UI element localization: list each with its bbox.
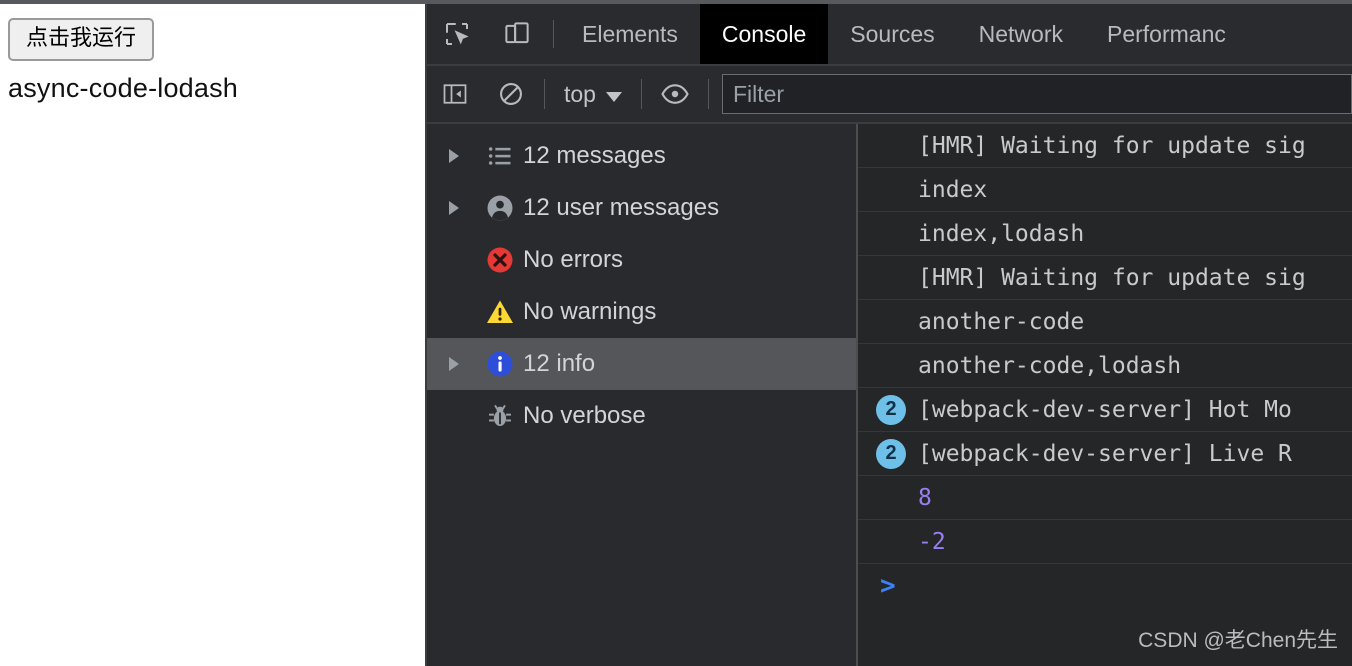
bug-icon xyxy=(477,402,523,430)
message-text: [webpack-dev-server] Hot Mo xyxy=(918,396,1292,423)
console-message-row[interactable]: index,lodash xyxy=(858,212,1352,256)
message-text: another-code xyxy=(918,308,1085,335)
expand-arrow-icon[interactable] xyxy=(449,149,477,163)
console-message-row[interactable]: another-code,lodash xyxy=(858,344,1352,388)
tab-console[interactable]: Console xyxy=(699,4,829,64)
console-sidebar: 12 messages 12 user messages No errors N… xyxy=(427,124,858,666)
console-message-row[interactable]: [HMR] Waiting for update sig xyxy=(858,256,1352,300)
execution-context-label: top xyxy=(564,80,596,107)
sidebar-item-label: 12 user messages xyxy=(523,194,720,221)
tab-performance[interactable]: Performanc xyxy=(1085,4,1248,64)
sidebar-item-errors[interactable]: No errors xyxy=(427,234,856,286)
tab-network[interactable]: Network xyxy=(957,4,1085,64)
sidebar-item-label: No errors xyxy=(523,246,624,273)
sidebar-item-label: 12 info xyxy=(523,350,596,377)
sidebar-item-verbose[interactable]: No verbose xyxy=(427,390,856,442)
device-toolbar-icon[interactable] xyxy=(487,4,547,64)
eye-icon[interactable] xyxy=(647,65,703,123)
console-message-row[interactable]: index xyxy=(858,168,1352,212)
inspect-element-icon[interactable] xyxy=(427,4,487,64)
console-message-row[interactable]: [HMR] Waiting for update sig xyxy=(858,124,1352,168)
console-result-row[interactable]: -2 xyxy=(858,520,1352,564)
show-console-sidebar-icon[interactable] xyxy=(427,65,483,123)
info-icon xyxy=(477,349,523,379)
message-text: [webpack-dev-server] Live R xyxy=(918,440,1292,467)
error-icon xyxy=(477,245,523,275)
sidebar-item-warnings[interactable]: No warnings xyxy=(427,286,856,338)
toolbar-divider xyxy=(707,79,709,109)
devtools-panel: Elements Console Sources Network Perform… xyxy=(425,4,1352,666)
expand-arrow-icon[interactable] xyxy=(449,201,477,215)
console-message-list[interactable]: [HMR] Waiting for update sig index index… xyxy=(858,124,1352,666)
result-value: -2 xyxy=(918,528,946,555)
console-result-row[interactable]: 8 xyxy=(858,476,1352,520)
console-message-row[interactable]: 2 [webpack-dev-server] Live R xyxy=(858,432,1352,476)
message-text: [HMR] Waiting for update sig xyxy=(918,264,1306,291)
repeat-count-badge: 2 xyxy=(876,394,906,425)
tab-elements[interactable]: Elements xyxy=(560,4,700,64)
tab-sources[interactable]: Sources xyxy=(828,4,956,64)
page-title: async-code-lodash xyxy=(8,73,239,104)
prompt-chevron-icon: > xyxy=(880,571,896,601)
warning-icon xyxy=(477,297,523,327)
clear-console-icon[interactable] xyxy=(483,65,539,123)
browser-window: 点击我运行 async-code-lodash Elements Console… xyxy=(0,0,1352,666)
execution-context-selector[interactable]: top xyxy=(550,81,636,108)
sidebar-item-user-messages[interactable]: 12 user messages xyxy=(427,182,856,234)
chevron-down-icon xyxy=(605,81,622,108)
sidebar-item-messages[interactable]: 12 messages xyxy=(427,130,856,182)
web-page-content: 点击我运行 async-code-lodash xyxy=(0,4,425,666)
sidebar-item-info[interactable]: 12 info xyxy=(427,338,856,390)
result-value: 8 xyxy=(918,484,932,511)
devtools-tabbar: Elements Console Sources Network Perform… xyxy=(427,4,1352,66)
run-button[interactable]: 点击我运行 xyxy=(8,18,155,62)
message-text: [HMR] Waiting for update sig xyxy=(918,132,1306,159)
expand-arrow-icon[interactable] xyxy=(449,357,477,371)
toolbar-divider xyxy=(640,79,642,109)
sidebar-item-label: No warnings xyxy=(523,298,657,325)
list-icon xyxy=(477,142,523,170)
message-text: index,lodash xyxy=(918,220,1085,247)
console-message-row[interactable]: 2 [webpack-dev-server] Hot Mo xyxy=(858,388,1352,432)
console-message-row[interactable]: another-code xyxy=(858,300,1352,344)
repeat-count-badge: 2 xyxy=(876,438,906,469)
console-toolbar: top xyxy=(427,66,1352,124)
message-text: another-code,lodash xyxy=(918,352,1182,379)
toolbar-divider xyxy=(544,79,545,109)
person-icon xyxy=(477,193,523,223)
sidebar-item-label: No verbose xyxy=(523,402,646,429)
message-text: index xyxy=(918,176,988,203)
console-body: chenpe ngfei xyxy=(427,124,1352,666)
console-prompt-row[interactable]: > xyxy=(858,564,1352,608)
sidebar-item-label: 12 messages xyxy=(523,142,666,169)
filter-input[interactable] xyxy=(721,74,1352,114)
toolbar-divider xyxy=(553,20,554,48)
